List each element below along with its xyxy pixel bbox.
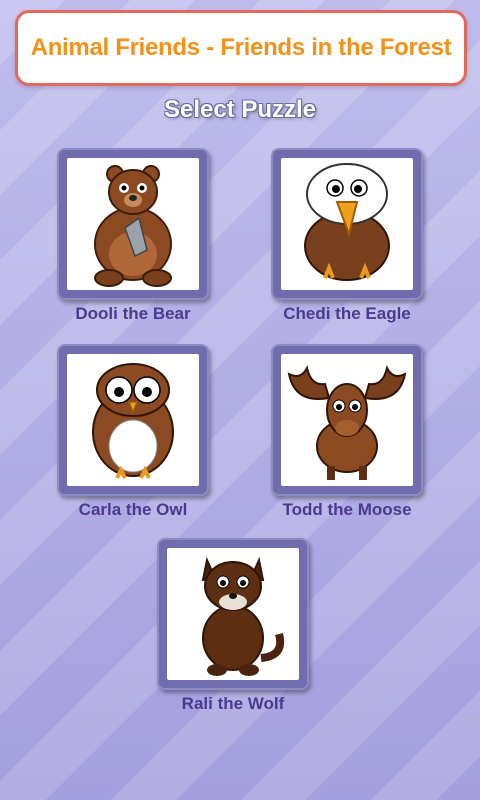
puzzle-card-eagle[interactable]: Chedi the Eagle bbox=[271, 148, 423, 324]
puzzle-frame[interactable] bbox=[57, 148, 209, 300]
puzzle-label[interactable]: Dooli the Bear bbox=[57, 304, 209, 324]
puzzle-frame[interactable] bbox=[271, 344, 423, 496]
puzzle-label[interactable]: Chedi the Eagle bbox=[271, 304, 423, 324]
puzzle-label[interactable]: Todd the Moose bbox=[271, 500, 423, 520]
moose-icon bbox=[287, 365, 407, 480]
app-title: Animal Friends - Friends in the Forest bbox=[30, 34, 452, 61]
title-banner: Animal Friends - Friends in the Forest bbox=[15, 10, 467, 86]
puzzle-frame[interactable] bbox=[157, 538, 309, 690]
bear-icon bbox=[94, 165, 172, 287]
wolf-icon bbox=[201, 556, 285, 676]
puzzle-card-wolf[interactable]: Rali the Wolf bbox=[157, 538, 309, 714]
puzzle-frame[interactable] bbox=[271, 148, 423, 300]
puzzle-card-owl[interactable]: Carla the Owl bbox=[57, 344, 209, 520]
page-subtitle: Select Puzzle bbox=[163, 96, 317, 123]
puzzle-card-moose[interactable]: Todd the Moose bbox=[271, 344, 423, 520]
puzzle-frame[interactable] bbox=[57, 344, 209, 496]
puzzle-label[interactable]: Carla the Owl bbox=[57, 500, 209, 520]
owl-icon bbox=[92, 363, 174, 479]
puzzle-card-bear[interactable]: Dooli the Bear bbox=[57, 148, 209, 324]
eagle-icon bbox=[304, 163, 390, 281]
puzzle-label[interactable]: Rali the Wolf bbox=[157, 694, 309, 714]
